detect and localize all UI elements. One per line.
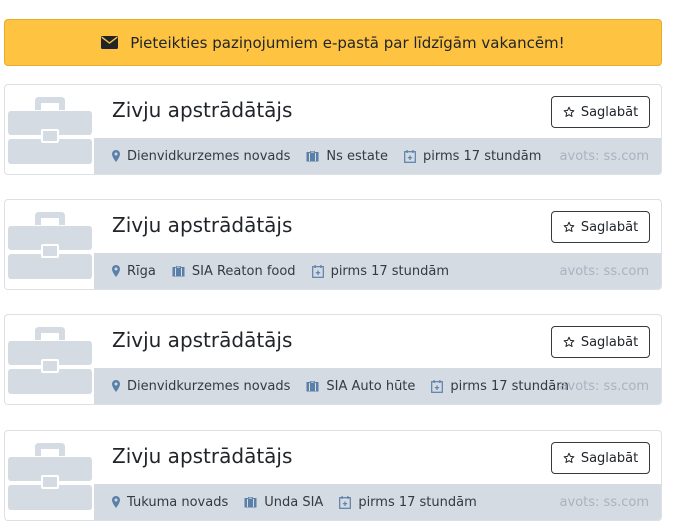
job-meta: Dienvidkurzemes novads SIA Auto hūte pir… bbox=[94, 368, 661, 404]
job-source: avots: ss.com bbox=[559, 148, 649, 164]
save-button[interactable]: Saglabāt bbox=[551, 326, 650, 358]
job-location: Dienvidkurzemes novads bbox=[112, 149, 290, 164]
briefcase-icon bbox=[6, 316, 94, 404]
job-source: avots: ss.com bbox=[559, 263, 649, 279]
job-card: Zivju apstrādātājs Saglabāt Tukuma novad… bbox=[4, 430, 662, 521]
map-marker-icon bbox=[112, 380, 120, 392]
job-title[interactable]: Zivju apstrādātājs bbox=[112, 444, 292, 468]
job-posted: pirms 17 stundām bbox=[311, 264, 449, 279]
email-alert-text: Pieteikties paziņojumiem e-pastā par līd… bbox=[130, 33, 565, 52]
job-company: SIA Auto hūte bbox=[306, 379, 415, 394]
briefcase-small-icon bbox=[172, 266, 185, 277]
map-marker-icon bbox=[112, 265, 120, 277]
map-marker-icon bbox=[112, 150, 120, 162]
briefcase-icon bbox=[6, 86, 94, 174]
save-button[interactable]: Saglabāt bbox=[551, 211, 650, 243]
job-company: Ns estate bbox=[306, 149, 388, 164]
job-posted: pirms 17 stundām bbox=[431, 379, 569, 394]
job-title[interactable]: Zivju apstrādātājs bbox=[112, 213, 292, 237]
job-card: Zivju apstrādātājs Saglabāt Rīga SIA Rea… bbox=[4, 199, 662, 290]
save-button-label: Saglabāt bbox=[580, 104, 639, 120]
briefcase-small-icon bbox=[244, 497, 257, 508]
job-posted: pirms 17 stundām bbox=[404, 149, 541, 164]
briefcase-small-icon bbox=[306, 151, 319, 162]
job-title[interactable]: Zivju apstrādātājs bbox=[112, 328, 292, 352]
briefcase-icon bbox=[6, 201, 94, 289]
save-button-label: Saglabāt bbox=[580, 219, 639, 235]
job-source: avots: ss.com bbox=[559, 494, 649, 510]
calendar-plus-icon bbox=[404, 149, 416, 163]
job-source: avots: ss.com bbox=[559, 378, 649, 394]
briefcase-small-icon bbox=[306, 381, 319, 392]
job-posted: pirms 17 stundām bbox=[339, 495, 477, 510]
star-icon bbox=[563, 452, 575, 463]
job-title[interactable]: Zivju apstrādātājs bbox=[112, 98, 292, 122]
email-alert-subscribe[interactable]: Pieteikties paziņojumiem e-pastā par līd… bbox=[4, 19, 662, 66]
job-card: Zivju apstrādātājs Saglabāt Dienvidkurze… bbox=[4, 314, 662, 405]
job-company: Unda SIA bbox=[244, 495, 323, 510]
map-marker-icon bbox=[112, 496, 120, 508]
job-meta: Rīga SIA Reaton food pirms 17 stundām av… bbox=[94, 253, 661, 289]
calendar-plus-icon bbox=[339, 495, 352, 509]
job-location: Rīga bbox=[112, 264, 156, 279]
save-button-label: Saglabāt bbox=[580, 334, 639, 350]
save-button[interactable]: Saglabāt bbox=[551, 442, 650, 474]
calendar-plus-icon bbox=[431, 379, 444, 393]
job-card: Zivju apstrādātājs Saglabāt Dienvidkurze… bbox=[4, 84, 662, 175]
job-meta: Tukuma novads Unda SIA pirms 17 stundām … bbox=[94, 484, 661, 520]
envelope-icon bbox=[101, 36, 119, 49]
calendar-plus-icon bbox=[311, 264, 324, 278]
star-icon bbox=[563, 336, 575, 347]
star-icon bbox=[563, 221, 575, 232]
job-location: Dienvidkurzemes novads bbox=[112, 379, 290, 394]
job-meta: Dienvidkurzemes novads Ns estate pirms 1… bbox=[94, 138, 661, 174]
briefcase-icon bbox=[6, 432, 94, 520]
job-location: Tukuma novads bbox=[112, 495, 228, 510]
star-icon bbox=[563, 106, 575, 117]
job-company: SIA Reaton food bbox=[172, 264, 296, 279]
save-button-label: Saglabāt bbox=[580, 450, 639, 466]
save-button[interactable]: Saglabāt bbox=[551, 96, 650, 128]
